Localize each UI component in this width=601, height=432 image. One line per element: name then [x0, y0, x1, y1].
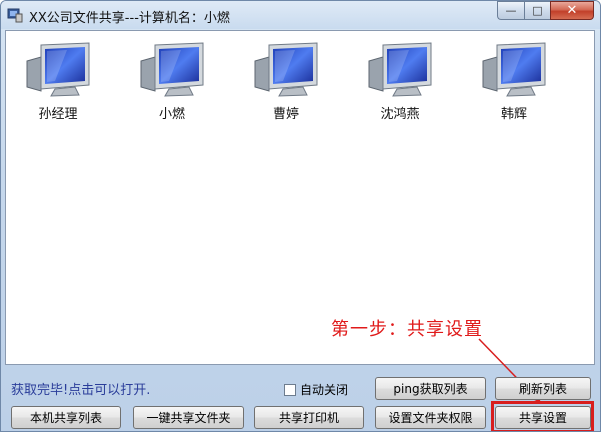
app-window: XX公司文件共享---计算机名：小燃 — □ ✕ 孙经理 小燃 曹婷 沈鸿燕 韩… — [0, 0, 601, 432]
refresh-list-button[interactable]: 刷新列表 — [495, 377, 591, 400]
computer-item[interactable]: 孙经理 — [18, 41, 98, 122]
folder-permissions-button[interactable]: 设置文件夹权限 — [375, 406, 486, 429]
caption-buttons: — □ ✕ — [497, 1, 594, 21]
computer-item[interactable]: 曹婷 — [246, 41, 326, 122]
title-bar[interactable]: XX公司文件共享---计算机名：小燃 — □ ✕ — [1, 1, 600, 29]
share-printer-button[interactable]: 共享打印机 — [254, 406, 364, 429]
step-annotation: 第一步：共享设置 — [331, 319, 483, 340]
computer-item[interactable]: 沈鸿燕 — [360, 41, 440, 122]
one-click-share-folder-button[interactable]: 一键共享文件夹 — [133, 406, 244, 429]
computer-label: 小燃 — [158, 107, 185, 122]
share-settings-highlight — [491, 401, 594, 431]
computer-label: 韩辉 — [500, 107, 527, 122]
computer-monitor-icon — [482, 42, 546, 97]
auto-close-checkbox[interactable] — [284, 383, 296, 396]
computer-label: 曹婷 — [272, 107, 299, 122]
maximize-button[interactable]: □ — [524, 1, 550, 20]
status-message: 获取完毕!点击可以打开. — [11, 383, 151, 398]
computer-label: 沈鸿燕 — [380, 107, 420, 122]
computer-list-view[interactable]: 孙经理 小燃 曹婷 沈鸿燕 韩辉 — [5, 30, 595, 365]
local-share-list-button[interactable]: 本机共享列表 — [11, 406, 121, 429]
computer-item[interactable]: 韩辉 — [474, 41, 554, 122]
auto-close-option[interactable]: 自动关闭 — [284, 381, 348, 398]
minimize-button[interactable]: — — [497, 1, 524, 20]
ping-list-button[interactable]: ping获取列表 — [375, 377, 486, 400]
computer-item[interactable]: 小燃 — [132, 41, 212, 122]
computer-monitor-icon — [26, 42, 90, 97]
minimize-icon: — — [505, 4, 517, 17]
computer-monitor-icon — [140, 42, 204, 97]
computer-label: 孙经理 — [38, 107, 78, 122]
close-icon: ✕ — [566, 3, 578, 18]
auto-close-label: 自动关闭 — [300, 383, 349, 397]
close-button[interactable]: ✕ — [550, 1, 594, 20]
window-title: XX公司文件共享---计算机名：小燃 — [29, 11, 230, 26]
computer-monitor-icon — [254, 42, 318, 97]
app-icon — [7, 7, 23, 23]
maximize-icon: □ — [532, 4, 543, 17]
computer-monitor-icon — [368, 42, 432, 97]
